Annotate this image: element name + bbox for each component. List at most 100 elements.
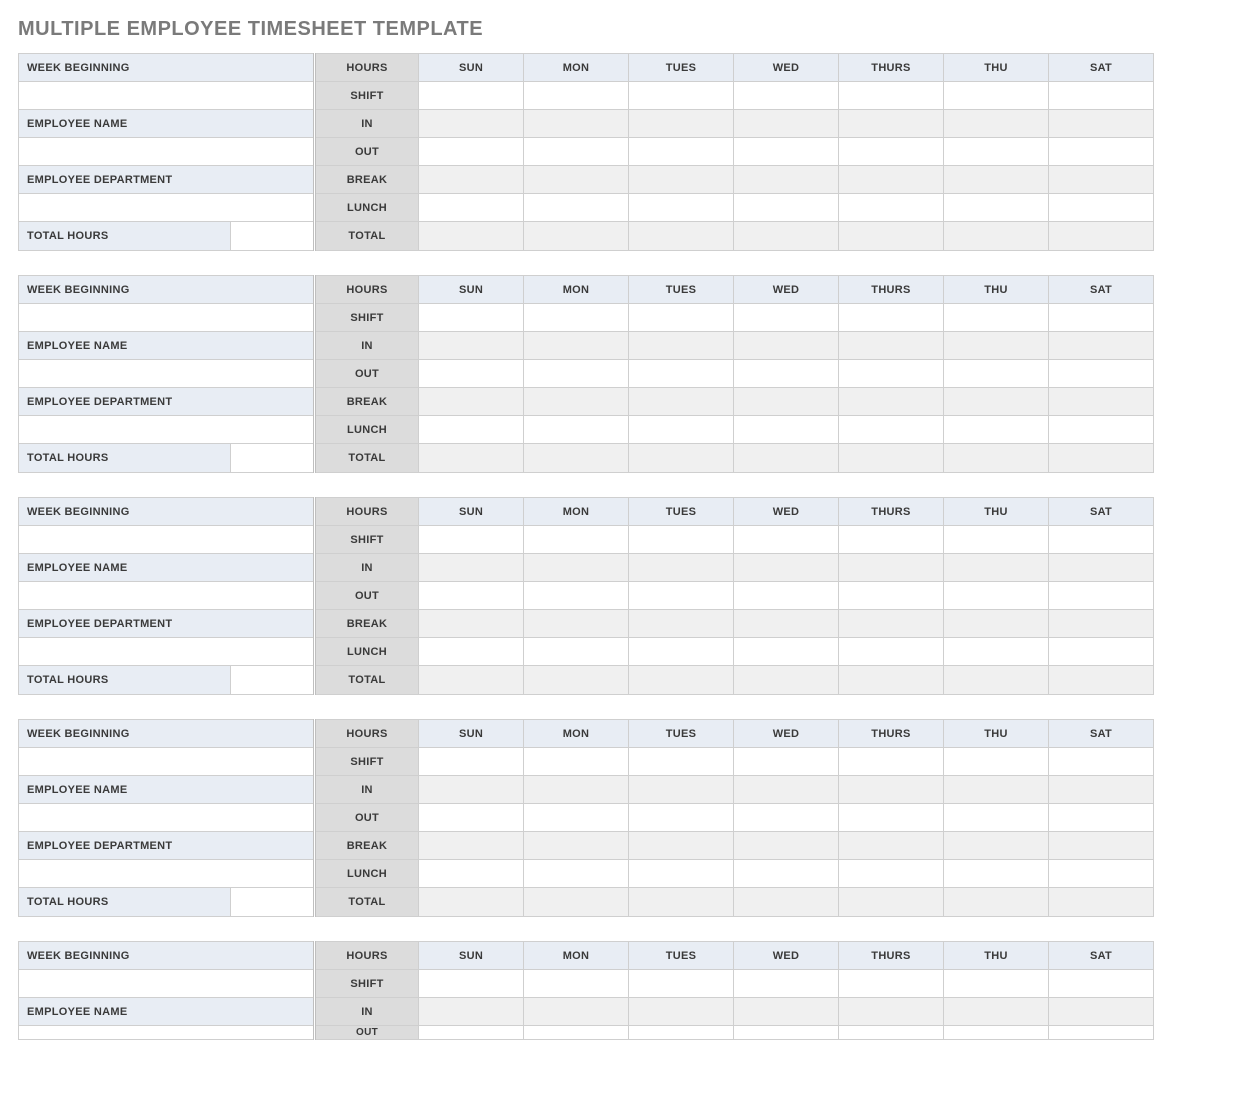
cell-shift[interactable]: [419, 748, 524, 776]
cell-lunch[interactable]: [419, 416, 524, 444]
input-week-beginning[interactable]: [19, 304, 315, 332]
cell-lunch[interactable]: [839, 638, 944, 666]
cell-break[interactable]: [1049, 388, 1154, 416]
cell-out[interactable]: [839, 138, 944, 166]
cell-break[interactable]: [524, 610, 629, 638]
cell-break[interactable]: [629, 832, 734, 860]
cell-lunch[interactable]: [524, 860, 629, 888]
cell-in[interactable]: [419, 776, 524, 804]
cell-shift[interactable]: [1049, 304, 1154, 332]
cell-shift[interactable]: [524, 304, 629, 332]
cell-total[interactable]: [839, 222, 944, 251]
cell-lunch[interactable]: [734, 416, 839, 444]
cell-in[interactable]: [524, 554, 629, 582]
cell-break[interactable]: [629, 610, 734, 638]
cell-out[interactable]: [419, 804, 524, 832]
value-total-hours[interactable]: [231, 444, 313, 472]
cell-in[interactable]: [944, 554, 1049, 582]
cell-lunch[interactable]: [524, 638, 629, 666]
cell-break[interactable]: [1049, 832, 1154, 860]
input-week-beginning[interactable]: [19, 748, 315, 776]
cell-in[interactable]: [734, 332, 839, 360]
input-week-beginning[interactable]: [19, 970, 315, 998]
cell-shift[interactable]: [1049, 82, 1154, 110]
cell-break[interactable]: [419, 832, 524, 860]
cell-out[interactable]: [944, 1026, 1049, 1040]
cell-break[interactable]: [944, 610, 1049, 638]
input-employee-department[interactable]: [19, 416, 315, 444]
cell-lunch[interactable]: [944, 860, 1049, 888]
cell-shift[interactable]: [839, 970, 944, 998]
cell-total[interactable]: [734, 888, 839, 917]
cell-shift[interactable]: [839, 748, 944, 776]
cell-in[interactable]: [734, 554, 839, 582]
cell-break[interactable]: [629, 388, 734, 416]
cell-out[interactable]: [419, 360, 524, 388]
cell-shift[interactable]: [419, 82, 524, 110]
cell-out[interactable]: [524, 1026, 629, 1040]
cell-out[interactable]: [734, 360, 839, 388]
cell-out[interactable]: [1049, 360, 1154, 388]
cell-break[interactable]: [734, 610, 839, 638]
cell-in[interactable]: [524, 998, 629, 1026]
value-total-hours[interactable]: [231, 888, 313, 916]
cell-out[interactable]: [524, 804, 629, 832]
cell-break[interactable]: [734, 166, 839, 194]
cell-shift[interactable]: [629, 748, 734, 776]
cell-in[interactable]: [839, 110, 944, 138]
cell-out[interactable]: [524, 360, 629, 388]
cell-in[interactable]: [734, 998, 839, 1026]
cell-break[interactable]: [419, 166, 524, 194]
cell-in[interactable]: [419, 554, 524, 582]
cell-out[interactable]: [944, 360, 1049, 388]
cell-lunch[interactable]: [944, 638, 1049, 666]
cell-out[interactable]: [839, 582, 944, 610]
cell-total[interactable]: [419, 444, 524, 473]
cell-in[interactable]: [419, 998, 524, 1026]
cell-lunch[interactable]: [629, 194, 734, 222]
cell-shift[interactable]: [1049, 748, 1154, 776]
cell-break[interactable]: [419, 610, 524, 638]
cell-lunch[interactable]: [629, 416, 734, 444]
cell-shift[interactable]: [629, 82, 734, 110]
cell-out[interactable]: [419, 582, 524, 610]
cell-lunch[interactable]: [419, 860, 524, 888]
cell-out[interactable]: [734, 804, 839, 832]
cell-out[interactable]: [524, 582, 629, 610]
cell-in[interactable]: [944, 332, 1049, 360]
cell-total[interactable]: [734, 444, 839, 473]
cell-break[interactable]: [944, 832, 1049, 860]
cell-total[interactable]: [944, 888, 1049, 917]
cell-lunch[interactable]: [734, 638, 839, 666]
cell-in[interactable]: [524, 110, 629, 138]
cell-in[interactable]: [1049, 776, 1154, 804]
cell-total[interactable]: [524, 666, 629, 695]
cell-total[interactable]: [419, 888, 524, 917]
cell-out[interactable]: [629, 582, 734, 610]
cell-in[interactable]: [1049, 110, 1154, 138]
cell-shift[interactable]: [839, 82, 944, 110]
cell-in[interactable]: [629, 332, 734, 360]
cell-break[interactable]: [524, 166, 629, 194]
cell-total[interactable]: [944, 666, 1049, 695]
cell-shift[interactable]: [524, 526, 629, 554]
cell-total[interactable]: [839, 888, 944, 917]
cell-out[interactable]: [734, 138, 839, 166]
input-employee-name[interactable]: [19, 582, 315, 610]
cell-in[interactable]: [839, 554, 944, 582]
cell-in[interactable]: [839, 332, 944, 360]
input-employee-name[interactable]: [19, 138, 315, 166]
cell-shift[interactable]: [734, 82, 839, 110]
cell-total[interactable]: [944, 444, 1049, 473]
cell-shift[interactable]: [524, 82, 629, 110]
cell-total[interactable]: [629, 444, 734, 473]
cell-break[interactable]: [839, 832, 944, 860]
cell-break[interactable]: [524, 832, 629, 860]
cell-shift[interactable]: [629, 526, 734, 554]
cell-in[interactable]: [629, 554, 734, 582]
cell-out[interactable]: [1049, 1026, 1154, 1040]
cell-shift[interactable]: [944, 970, 1049, 998]
cell-total[interactable]: [1049, 888, 1154, 917]
input-employee-name[interactable]: [19, 804, 315, 832]
cell-in[interactable]: [1049, 998, 1154, 1026]
